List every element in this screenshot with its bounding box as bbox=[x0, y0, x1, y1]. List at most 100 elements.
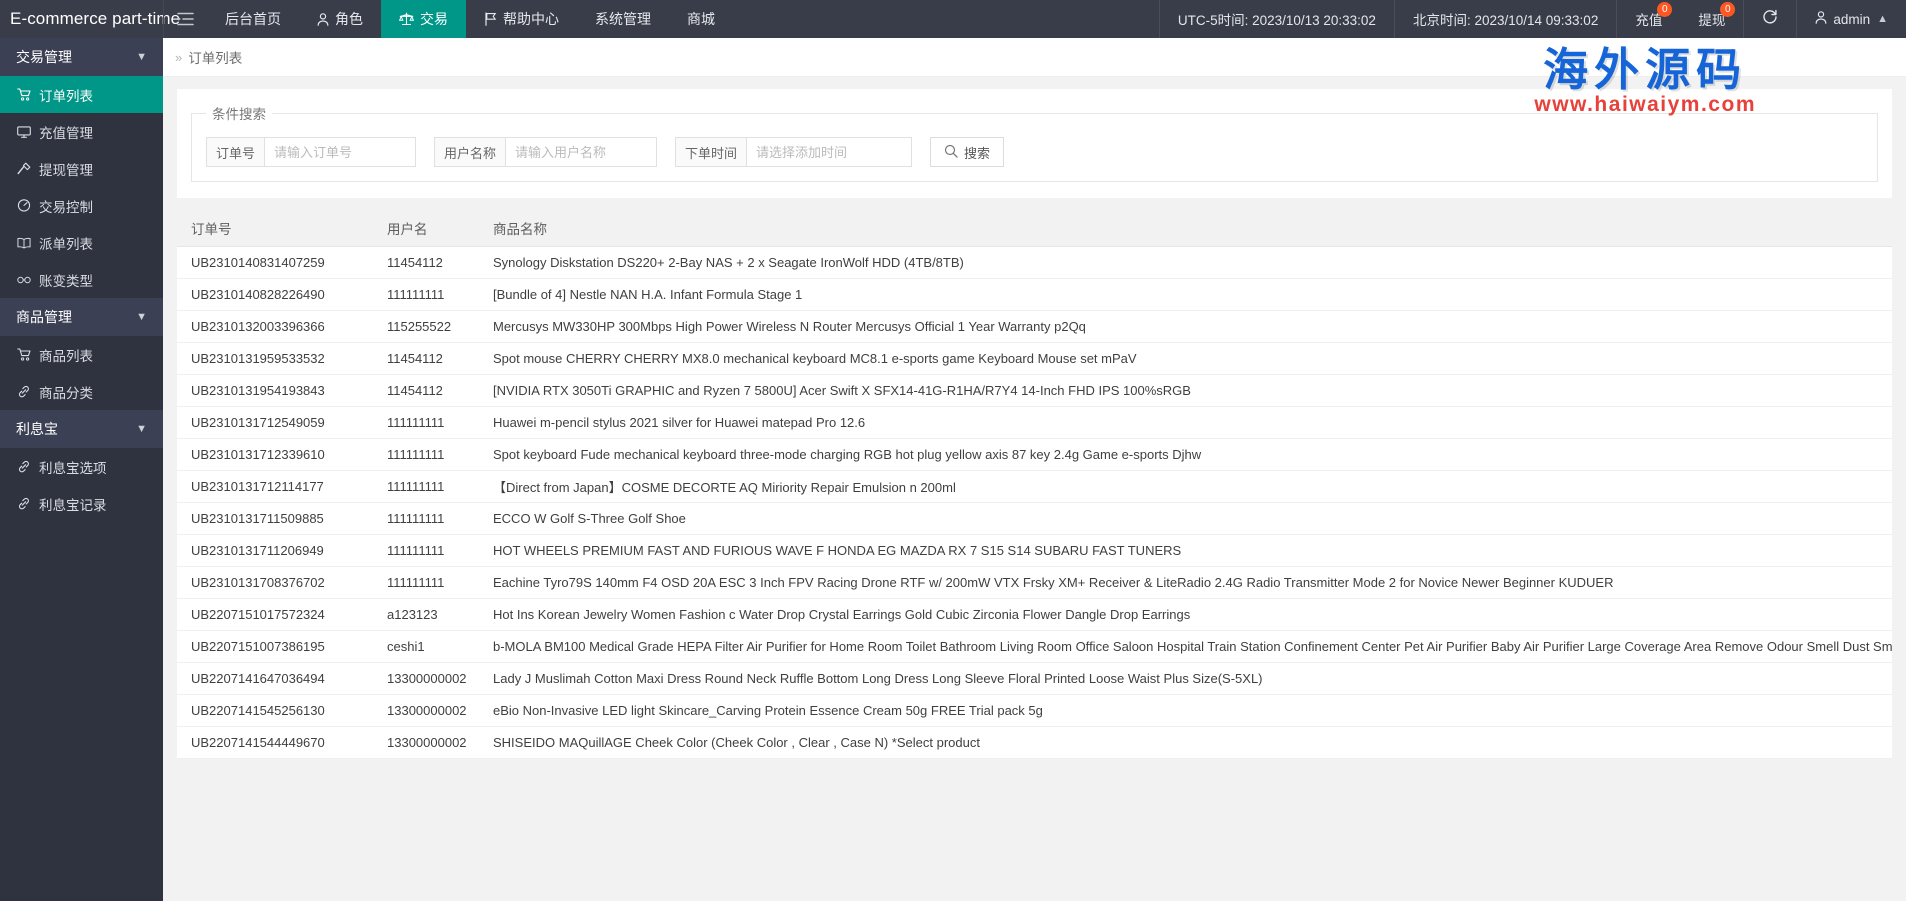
cell-user-name: 111111111 bbox=[373, 278, 479, 310]
sidebar-item-label: 利息宝记录 bbox=[39, 494, 107, 514]
user-icon bbox=[1815, 11, 1827, 27]
order-no-input[interactable] bbox=[264, 137, 416, 167]
cell-order-no: UB2310131712549059 bbox=[177, 406, 373, 438]
nav-item-mall[interactable]: 商城 bbox=[669, 0, 733, 38]
table-row[interactable]: UB2310131712549059111111111Huawei m-penc… bbox=[177, 406, 1892, 438]
sidebar-item-label: 商品列表 bbox=[39, 345, 93, 365]
sidebar-item-product-list[interactable]: 商品列表 bbox=[0, 336, 163, 373]
cell-order-no: UB2310131711509885 bbox=[177, 502, 373, 534]
table-row[interactable]: UB2310131712339610111111111Spot keyboard… bbox=[177, 438, 1892, 470]
table-row[interactable]: UB2207151007386195ceshi1b-MOLA BM100 Med… bbox=[177, 630, 1892, 662]
table-row[interactable]: UB2207151017572324a123123Hot Ins Korean … bbox=[177, 598, 1892, 630]
cell-order-no: UB2310131712114177 bbox=[177, 470, 373, 502]
chevron-down-icon: ▼ bbox=[136, 423, 147, 435]
table-row[interactable]: UB231013195953353211454112Spot mouse CHE… bbox=[177, 342, 1892, 374]
sidebar-item-label: 订单列表 bbox=[39, 85, 93, 105]
search-button[interactable]: 搜索 bbox=[930, 137, 1004, 167]
app-brand-title: E-commerce part-time bbox=[0, 0, 163, 38]
cell-order-no: UB2310131954193843 bbox=[177, 374, 373, 406]
cell-product-name: HOT WHEELS PREMIUM FAST AND FURIOUS WAVE… bbox=[479, 534, 1892, 566]
withdraw-button[interactable]: 提现 0 bbox=[1680, 0, 1743, 38]
cell-order-no: UB2207141544449670 bbox=[177, 726, 373, 758]
search-fieldset: 条件搜索 订单号 用户名称 下单时间 bbox=[191, 103, 1878, 182]
column-header-user-name: 用户名 bbox=[373, 210, 479, 246]
nav-label: 角色 bbox=[335, 9, 363, 29]
refresh-icon bbox=[1762, 9, 1778, 30]
cell-user-name: 13300000002 bbox=[373, 662, 479, 694]
table-row[interactable]: UB231013195419384311454112[NVIDIA RTX 30… bbox=[177, 374, 1892, 406]
sidebar-item-dispatch-list[interactable]: 派单列表 bbox=[0, 224, 163, 261]
recharge-button[interactable]: 充值 0 bbox=[1616, 0, 1680, 38]
chevron-down-icon: ▼ bbox=[136, 311, 147, 323]
orders-table-container: 订单号 用户名 商品名称 UB231014083140725911454112S… bbox=[177, 210, 1892, 759]
refresh-button[interactable] bbox=[1743, 0, 1796, 38]
search-legend: 条件搜索 bbox=[206, 103, 272, 123]
nav-item-transaction[interactable]: 交易 bbox=[381, 0, 466, 38]
nav-item-role[interactable]: 角色 bbox=[299, 0, 381, 38]
user-menu-button[interactable]: admin ▲ bbox=[1796, 0, 1906, 38]
sidebar-item-label: 商品分类 bbox=[39, 382, 93, 402]
breadcrumb: » 订单列表 bbox=[163, 38, 1906, 77]
chevron-up-icon: ▲ bbox=[1877, 13, 1888, 25]
cell-user-name: 111111111 bbox=[373, 534, 479, 566]
cell-product-name: b-MOLA BM100 Medical Grade HEPA Filter A… bbox=[479, 630, 1892, 662]
sidebar-item-account-change-type[interactable]: 账变类型 bbox=[0, 261, 163, 298]
link-icon bbox=[17, 497, 31, 510]
sidebar-group-interest-treasure[interactable]: 利息宝 ▼ bbox=[0, 410, 163, 448]
cell-order-no: UB2207141647036494 bbox=[177, 662, 373, 694]
beijing-time-display: 北京时间: 2023/10/14 09:33:02 bbox=[1394, 0, 1616, 38]
table-row[interactable]: UB2310131711509885111111111ECCO W Golf S… bbox=[177, 502, 1892, 534]
utc-time-display: UTC-5时间: 2023/10/13 20:33:02 bbox=[1159, 0, 1394, 38]
sidebar-item-product-category[interactable]: 商品分类 bbox=[0, 373, 163, 410]
sidebar-item-transaction-control[interactable]: 交易控制 bbox=[0, 187, 163, 224]
sidebar-item-interest-records[interactable]: 利息宝记录 bbox=[0, 485, 163, 522]
chevron-down-icon: ▼ bbox=[136, 51, 147, 63]
sidebar-item-recharge-management[interactable]: 充值管理 bbox=[0, 113, 163, 150]
menu-fold-icon[interactable] bbox=[163, 0, 207, 38]
sidebar-group-product-management[interactable]: 商品管理 ▼ bbox=[0, 298, 163, 336]
table-row[interactable]: UB2310131708376702111111111Eachine Tyro7… bbox=[177, 566, 1892, 598]
table-row[interactable]: UB220714154525613013300000002eBio Non-In… bbox=[177, 694, 1892, 726]
sidebar-item-withdraw-management[interactable]: 提现管理 bbox=[0, 150, 163, 187]
top-navigation-bar: E-commerce part-time 后台首页 角色 bbox=[0, 0, 1906, 38]
orders-table-body: UB231014083140725911454112Synology Disks… bbox=[177, 246, 1892, 758]
cell-product-name: SHISEIDO MAQuillAGE Cheek Color (Cheek C… bbox=[479, 726, 1892, 758]
top-nav-items: 后台首页 角色 交易 bbox=[207, 0, 733, 38]
dashboard-icon bbox=[17, 199, 31, 212]
order-time-input[interactable] bbox=[746, 137, 912, 167]
table-row[interactable]: UB2310131711206949111111111HOT WHEELS PR… bbox=[177, 534, 1892, 566]
cell-user-name: 11454112 bbox=[373, 374, 479, 406]
main-content-area: » 订单列表 海外源码 www.haiwaiym.com 条件搜索 订单号 用户… bbox=[163, 38, 1906, 901]
sidebar-item-interest-options[interactable]: 利息宝选项 bbox=[0, 448, 163, 485]
link-icon bbox=[17, 460, 31, 473]
user-icon bbox=[317, 13, 329, 26]
nav-item-backend-home[interactable]: 后台首页 bbox=[207, 0, 299, 38]
user-name-label: 用户名称 bbox=[434, 137, 505, 167]
cell-order-no: UB2310131712339610 bbox=[177, 438, 373, 470]
sidebar-group-label: 商品管理 bbox=[16, 307, 72, 327]
table-row[interactable]: UB220714164703649413300000002Lady J Musl… bbox=[177, 662, 1892, 694]
table-row[interactable]: UB220714154444967013300000002SHISEIDO MA… bbox=[177, 726, 1892, 758]
table-row[interactable]: UB2310131712114177111111111【Direct from … bbox=[177, 470, 1892, 502]
cell-product-name: Hot Ins Korean Jewelry Women Fashion c W… bbox=[479, 598, 1892, 630]
cell-user-name: 111111111 bbox=[373, 406, 479, 438]
nav-item-system-management[interactable]: 系统管理 bbox=[577, 0, 669, 38]
cell-product-name: 【Direct from Japan】COSME DECORTE AQ Miri… bbox=[479, 470, 1892, 502]
table-row[interactable]: UB2310140828226490111111111[Bundle of 4]… bbox=[177, 278, 1892, 310]
sidebar-item-order-list[interactable]: 订单列表 bbox=[0, 76, 163, 113]
cell-order-no: UB2310131711206949 bbox=[177, 534, 373, 566]
table-row[interactable]: UB231014083140725911454112Synology Disks… bbox=[177, 246, 1892, 278]
user-name-input[interactable] bbox=[505, 137, 657, 167]
nav-item-help-center[interactable]: 帮助中心 bbox=[466, 0, 577, 38]
nav-label: 后台首页 bbox=[225, 9, 281, 29]
cell-user-name: ceshi1 bbox=[373, 630, 479, 662]
double-chevron-right-icon: » bbox=[175, 50, 182, 65]
sidebar-group-transaction-management[interactable]: 交易管理 ▼ bbox=[0, 38, 163, 76]
order-no-label: 订单号 bbox=[206, 137, 264, 167]
auth-icon bbox=[17, 162, 31, 175]
link-chain-icon bbox=[17, 275, 31, 285]
cell-order-no: UB2310140831407259 bbox=[177, 246, 373, 278]
table-row[interactable]: UB2310132003396366115255522Mercusys MW33… bbox=[177, 310, 1892, 342]
cell-product-name: eBio Non-Invasive LED light Skincare_Car… bbox=[479, 694, 1892, 726]
cell-user-name: 111111111 bbox=[373, 470, 479, 502]
